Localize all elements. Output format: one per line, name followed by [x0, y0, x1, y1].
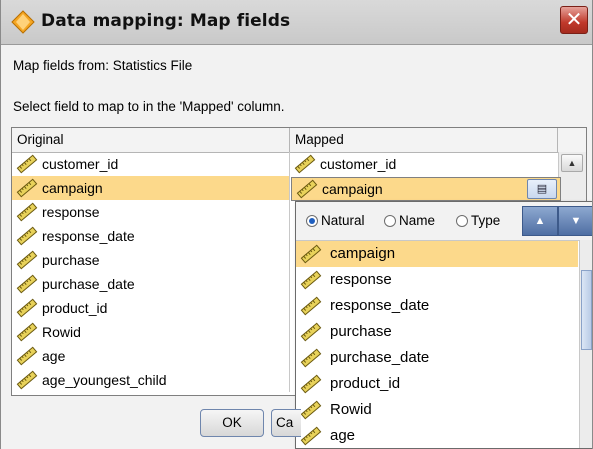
original-field-cell[interactable]: product_id — [12, 296, 290, 320]
ruler-field-icon — [300, 400, 322, 420]
original-field-cell[interactable]: age — [12, 344, 290, 368]
ruler-field-icon — [300, 322, 322, 342]
scroll-up-arrow-icon[interactable]: ▲ — [561, 154, 583, 172]
radio-icon — [384, 215, 396, 227]
original-field-cell[interactable]: age_youngest_child — [12, 368, 290, 392]
sort-radio-name[interactable]: Name — [384, 213, 435, 228]
mapped-field-combobox[interactable]: campaign ▤ — [291, 177, 561, 201]
ruler-field-icon — [16, 322, 38, 342]
ruler-field-icon — [300, 348, 322, 368]
ruler-field-icon — [16, 202, 38, 222]
original-field-cell[interactable]: purchase_date — [12, 272, 290, 296]
original-field-name: age — [42, 348, 66, 364]
popup-list-item[interactable]: product_id — [296, 371, 578, 397]
ruler-field-icon — [16, 298, 38, 318]
sort-radio-natural[interactable]: Natural — [306, 213, 365, 228]
popup-list-item[interactable]: Rowid — [296, 397, 578, 423]
original-field-cell[interactable]: campaign — [12, 176, 290, 200]
popup-item-label: response — [330, 271, 392, 288]
radio-icon — [456, 215, 468, 227]
popup-item-label: purchase_date — [330, 349, 430, 366]
popup-list-item[interactable]: response — [296, 267, 578, 293]
sort-options-bar: Natural Name Type ▲ ▼ — [296, 202, 592, 241]
popup-item-label: response_date — [330, 297, 430, 314]
original-field-name: response — [42, 204, 100, 220]
original-field-cell[interactable]: purchase — [12, 248, 290, 272]
ruler-field-icon — [16, 346, 38, 366]
ok-button[interactable]: OK — [200, 409, 264, 437]
original-field-name: customer_id — [42, 156, 119, 172]
mapped-field-name: customer_id — [320, 156, 397, 172]
popup-list-item[interactable]: purchase_date — [296, 345, 578, 371]
table-row[interactable]: customer_id customer_id — [12, 152, 558, 176]
ruler-field-icon — [300, 244, 322, 264]
close-button[interactable]: ✕ — [560, 6, 588, 34]
mapped-field-cell[interactable]: customer_id — [290, 152, 558, 176]
combobox-value: campaign — [322, 181, 383, 197]
sort-radio-type[interactable]: Type — [456, 213, 500, 228]
ruler-field-icon — [300, 374, 322, 394]
sort-descending-icon[interactable]: ▼ — [558, 206, 592, 236]
popup-item-label: campaign — [330, 245, 396, 262]
original-field-name: purchase_date — [42, 276, 135, 292]
ruler-field-icon — [300, 426, 322, 446]
data-mapping-dialog: Data mapping: Map fields ✕ Map fields fr… — [0, 0, 593, 449]
sort-ascending-icon[interactable]: ▲ — [522, 206, 558, 236]
original-field-name: Rowid — [42, 324, 81, 340]
original-field-cell[interactable]: response — [12, 200, 290, 224]
original-field-cell[interactable]: customer_id — [12, 152, 290, 176]
original-field-name: purchase — [42, 252, 100, 268]
combobox-dropdown-icon[interactable]: ▤ — [527, 179, 557, 199]
header-corner — [558, 128, 586, 152]
original-field-cell[interactable]: Rowid — [12, 320, 290, 344]
original-field-cell[interactable]: response_date — [12, 224, 290, 248]
title-bar: Data mapping: Map fields ✕ — [1, 0, 592, 45]
popup-item-label: Rowid — [330, 401, 372, 418]
original-field-name: response_date — [42, 228, 135, 244]
window-title: Data mapping: Map fields — [41, 11, 291, 31]
ruler-field-icon — [16, 226, 38, 246]
field-dropdown-popup: Natural Name Type ▲ ▼ campaign response re… — [295, 201, 592, 449]
radio-selected-icon — [306, 215, 318, 227]
popup-item-label: purchase — [330, 323, 392, 340]
popup-scroll-thumb[interactable] — [581, 270, 592, 350]
popup-list-item[interactable]: age — [296, 423, 578, 448]
popup-vertical-scrollbar[interactable] — [579, 240, 592, 448]
original-field-name: age_youngest_child — [42, 372, 167, 388]
popup-item-label: age — [330, 427, 356, 444]
column-header-original[interactable]: Original — [12, 128, 290, 152]
ruler-field-icon — [300, 296, 322, 316]
instruction-label: Select field to map to in the 'Mapped' c… — [13, 99, 285, 114]
popup-list-item[interactable]: purchase — [296, 319, 578, 345]
table-header: Original Mapped — [12, 128, 586, 153]
ruler-field-icon — [294, 154, 316, 174]
original-field-name: product_id — [42, 300, 108, 316]
ruler-field-icon — [16, 178, 38, 198]
cancel-button[interactable]: Ca — [271, 409, 301, 437]
ruler-field-icon — [16, 250, 38, 270]
diamond-node-icon — [11, 10, 35, 34]
ruler-field-icon — [296, 179, 318, 199]
popup-list-item[interactable]: campaign — [296, 241, 578, 267]
column-header-mapped[interactable]: Mapped — [290, 128, 558, 152]
ruler-field-icon — [16, 154, 38, 174]
original-field-name: campaign — [42, 180, 103, 196]
ruler-field-icon — [16, 370, 38, 390]
popup-list-item[interactable]: response_date — [296, 293, 578, 319]
popup-item-label: product_id — [330, 375, 401, 392]
ruler-field-icon — [16, 274, 38, 294]
map-from-label: Map fields from: Statistics File — [13, 58, 193, 73]
ruler-field-icon — [300, 270, 322, 290]
